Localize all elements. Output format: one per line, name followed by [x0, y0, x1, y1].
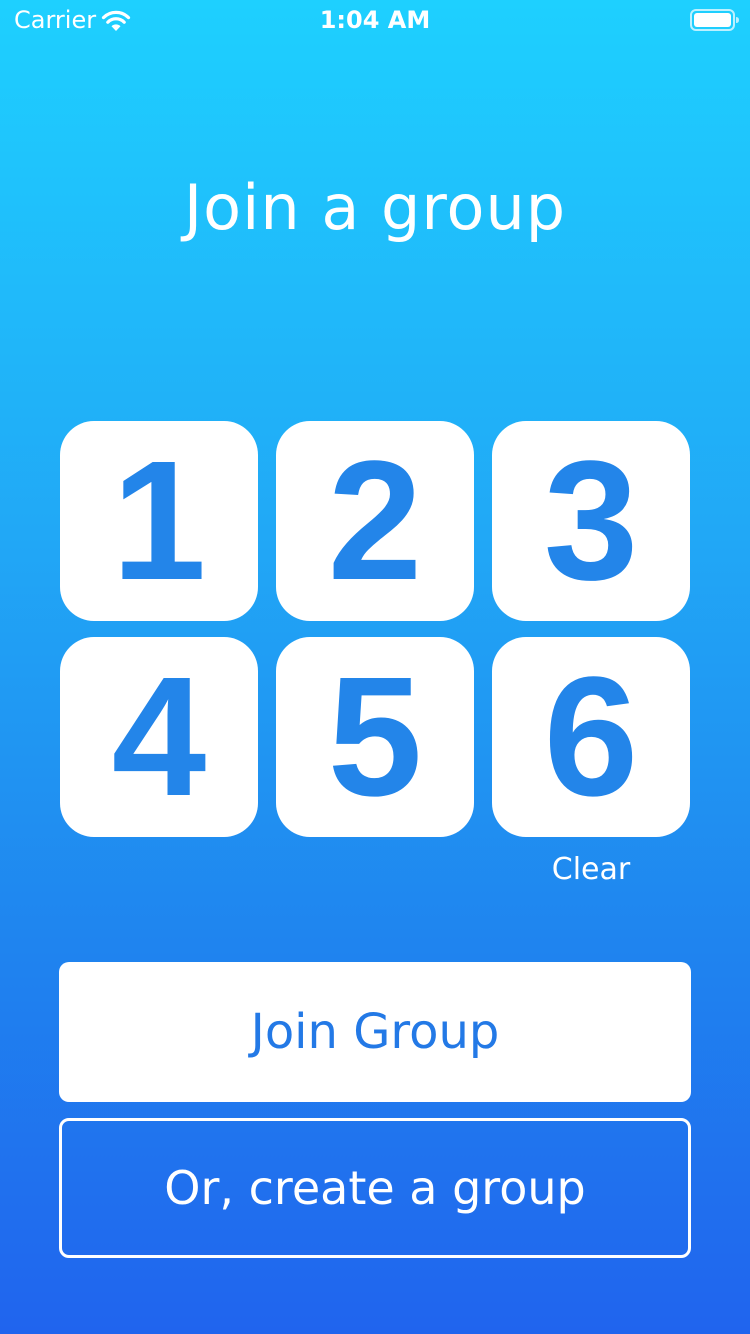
clock-time: 1:04 AM — [319, 6, 431, 34]
code-digit: 1 — [111, 426, 207, 616]
status-bar: Carrier 1:04 AM — [0, 0, 750, 40]
create-group-button[interactable]: Or, create a group — [59, 1118, 691, 1258]
page-title: Join a group — [183, 171, 567, 244]
code-digit-tile[interactable]: 4 — [60, 637, 258, 837]
code-digit: 3 — [543, 426, 639, 616]
clear-button[interactable]: Clear — [492, 850, 690, 890]
code-digit: 2 — [327, 426, 423, 616]
code-digit: 4 — [111, 642, 207, 832]
code-digit-tile[interactable]: 3 — [492, 421, 690, 621]
code-digit: 5 — [327, 642, 423, 832]
group-code-grid: 1 2 3 4 5 6 — [60, 421, 690, 837]
code-digit-tile[interactable]: 2 — [276, 421, 474, 621]
battery-icon — [690, 9, 739, 31]
code-digit-tile[interactable]: 6 — [492, 637, 690, 837]
join-group-button[interactable]: Join Group — [59, 962, 691, 1102]
code-digit-tile[interactable]: 1 — [60, 421, 258, 621]
code-digit: 6 — [543, 642, 639, 832]
code-digit-tile[interactable]: 5 — [276, 637, 474, 837]
